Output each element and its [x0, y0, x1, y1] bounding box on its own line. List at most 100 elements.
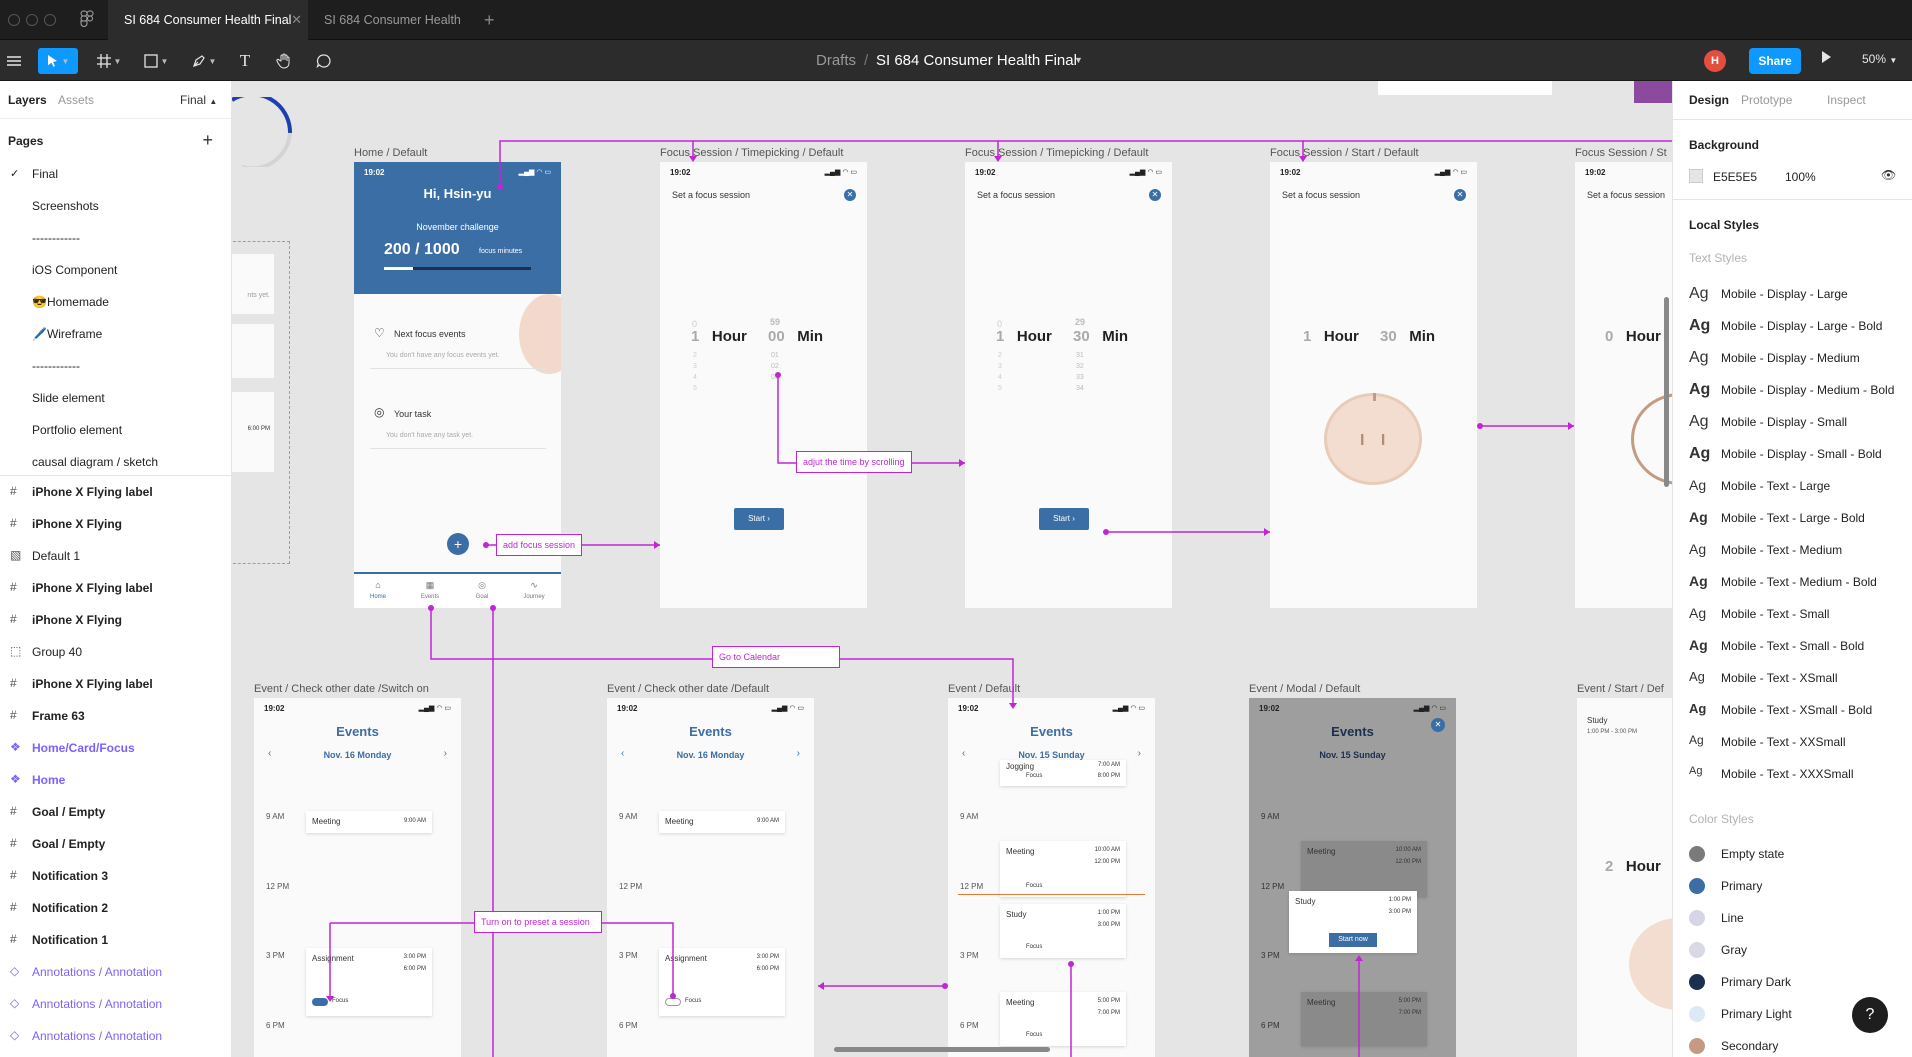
layer-row[interactable]: ▧ Default 1	[0, 540, 231, 572]
layer-row[interactable]: # iPhone X Flying label	[0, 572, 231, 604]
text-style-name: Mobile - Text - Small	[1721, 607, 1830, 621]
annotation-preset-session[interactable]: Turn on to preset a session	[474, 911, 602, 933]
text-style-row[interactable]: Ag Mobile - Text - Large - Bold	[1673, 502, 1912, 534]
comment-tool-icon[interactable]	[312, 48, 336, 74]
tab-design[interactable]: Design	[1689, 93, 1729, 107]
color-style-row[interactable]: Secondary	[1673, 1030, 1912, 1057]
page-item[interactable]: Slide element	[32, 391, 105, 405]
pen-tool-icon[interactable]: ▼	[188, 48, 220, 74]
layer-row[interactable]: ◇ Annotations / Annotation	[0, 1020, 231, 1052]
color-style-row[interactable]: Empty state	[1673, 838, 1912, 870]
layer-row[interactable]: ◇ Annotations / Annotation	[0, 956, 231, 988]
tab-file[interactable]: SI 684 Consumer Health	[308, 0, 478, 40]
user-avatar[interactable]: H	[1704, 50, 1726, 72]
layer-row[interactable]: # Goal / Empty	[0, 828, 231, 860]
layer-row[interactable]: # Notification 1	[0, 924, 231, 956]
text-style-row[interactable]: Ag Mobile - Display - Small	[1673, 406, 1912, 438]
shape-tool-icon[interactable]: ▼	[140, 48, 172, 74]
layers-panel: Layers Assets Final ▲ Pages + ✓ Final Sc…	[0, 81, 232, 1057]
vertical-scrollbar[interactable]	[1664, 297, 1669, 487]
color-style-row[interactable]: Line	[1673, 902, 1912, 934]
frame-tool-icon[interactable]: ▼	[94, 48, 124, 74]
file-name[interactable]: SI 684 Consumer Health Final	[876, 40, 1077, 81]
page-item[interactable]: ------------	[32, 231, 80, 245]
layer-row[interactable]: # Notification 2	[0, 892, 231, 924]
page-item[interactable]: causal diagram / sketch	[32, 455, 158, 469]
text-style-row[interactable]: Ag Mobile - Text - Medium - Bold	[1673, 566, 1912, 598]
close-tab-icon[interactable]: ✕	[291, 0, 302, 40]
text-style-row[interactable]: Ag Mobile - Text - Small - Bold	[1673, 630, 1912, 662]
annotation-add-focus[interactable]: add focus session	[496, 534, 583, 556]
hand-tool-icon[interactable]	[272, 48, 296, 74]
text-style-row[interactable]: Ag Mobile - Text - Large	[1673, 470, 1912, 502]
layer-row[interactable]: ◇ Annotations / Annotation	[0, 988, 231, 1020]
text-style-row[interactable]: Ag Mobile - Display - Large	[1673, 278, 1912, 310]
layer-row[interactable]: ⬚ Group 40	[0, 636, 231, 668]
design-canvas[interactable]: nts yet. 6:00 PM Home / Default Focus Se…	[232, 81, 1672, 1057]
page-item[interactable]: ------------	[32, 359, 80, 373]
present-play-icon[interactable]	[1822, 51, 1831, 63]
new-tab-icon[interactable]: +	[484, 10, 495, 31]
page-item[interactable]: 🖊️Wireframe	[32, 327, 102, 341]
tab-assets[interactable]: Assets	[58, 93, 94, 107]
close-window-icon[interactable]	[8, 14, 20, 26]
minimize-window-icon[interactable]	[26, 14, 38, 26]
main-menu-icon[interactable]	[4, 48, 24, 74]
color-style-row[interactable]: Primary Dark	[1673, 966, 1912, 998]
text-style-row[interactable]: Ag Mobile - Text - XXXSmall	[1673, 758, 1912, 790]
tab-layers[interactable]: Layers	[8, 93, 47, 107]
breadcrumb-drafts[interactable]: Drafts	[816, 40, 856, 81]
text-style-row[interactable]: Ag Mobile - Text - XXSmall	[1673, 726, 1912, 758]
zoom-level[interactable]: 50% ▼	[1862, 52, 1897, 66]
tab-inspect[interactable]: Inspect	[1827, 93, 1866, 107]
layer-row[interactable]: # iPhone X Flying label	[0, 476, 231, 508]
zoom-window-icon[interactable]	[44, 14, 56, 26]
layer-row[interactable]: # iPhone X Flying	[0, 508, 231, 540]
text-style-row[interactable]: Ag Mobile - Text - XSmall	[1673, 662, 1912, 694]
text-style-name: Mobile - Display - Medium - Bold	[1721, 383, 1895, 397]
share-button[interactable]: Share	[1749, 48, 1801, 74]
page-selector[interactable]: Final ▲	[180, 93, 217, 107]
text-style-row[interactable]: Ag Mobile - Display - Medium - Bold	[1673, 374, 1912, 406]
text-style-ag-icon: Ag	[1689, 413, 1709, 430]
text-style-row[interactable]: Ag Mobile - Text - Small	[1673, 598, 1912, 630]
move-tool-icon[interactable]: ▼	[38, 48, 78, 74]
layer-row[interactable]: ❖ Home/Card/Focus	[0, 732, 231, 764]
layer-row[interactable]: # Notification 3	[0, 860, 231, 892]
color-style-row[interactable]: Primary	[1673, 870, 1912, 902]
page-item[interactable]: iOS Component	[32, 263, 117, 277]
tab-prototype[interactable]: Prototype	[1741, 93, 1792, 107]
background-opacity[interactable]: 100%	[1785, 170, 1816, 184]
background-swatch[interactable]	[1689, 169, 1703, 183]
page-item[interactable]: Final	[32, 167, 58, 181]
layer-label: Group 40	[32, 645, 83, 659]
layer-row[interactable]: # iPhone X Flying label	[0, 668, 231, 700]
layer-row[interactable]: # iPhone X Flying	[0, 604, 231, 636]
text-style-row[interactable]: Ag Mobile - Text - XSmall - Bold	[1673, 694, 1912, 726]
page-item[interactable]: Portfolio element	[32, 423, 122, 437]
frame-icon: #	[10, 900, 17, 914]
figma-home-icon[interactable]	[80, 10, 100, 30]
annotation-go-calendar[interactable]: Go to Calendar	[712, 646, 840, 668]
tab-file-final[interactable]: SI 684 Consumer Health Final ✕	[108, 0, 308, 40]
horizontal-scrollbar[interactable]	[834, 1047, 1050, 1052]
text-style-ag-icon: Ag	[1689, 765, 1703, 777]
file-menu-chevron-icon[interactable]: ▼	[1074, 40, 1083, 81]
layer-row[interactable]: # Frame 63	[0, 700, 231, 732]
text-style-row[interactable]: Ag Mobile - Display - Small - Bold	[1673, 438, 1912, 470]
text-style-name: Mobile - Text - Medium - Bold	[1721, 575, 1877, 589]
layer-row[interactable]: # Goal / Empty	[0, 796, 231, 828]
text-style-row[interactable]: Ag Mobile - Text - Medium	[1673, 534, 1912, 566]
text-tool-icon[interactable]: T	[234, 48, 256, 74]
text-style-row[interactable]: Ag Mobile - Display - Medium	[1673, 342, 1912, 374]
color-style-row[interactable]: Gray	[1673, 934, 1912, 966]
annotation-adjust-time[interactable]: adjut the time by scrolling	[796, 451, 912, 473]
text-style-row[interactable]: Ag Mobile - Display - Large - Bold	[1673, 310, 1912, 342]
visibility-eye-icon[interactable]: 👁	[1881, 168, 1896, 182]
layer-row[interactable]: ❖ Home	[0, 764, 231, 796]
background-hex[interactable]: E5E5E5	[1713, 170, 1757, 184]
add-page-icon[interactable]: +	[202, 130, 213, 151]
help-button[interactable]: ?	[1852, 997, 1888, 1033]
page-item[interactable]: Screenshots	[32, 199, 99, 213]
page-item[interactable]: 😎Homemade	[32, 295, 109, 309]
